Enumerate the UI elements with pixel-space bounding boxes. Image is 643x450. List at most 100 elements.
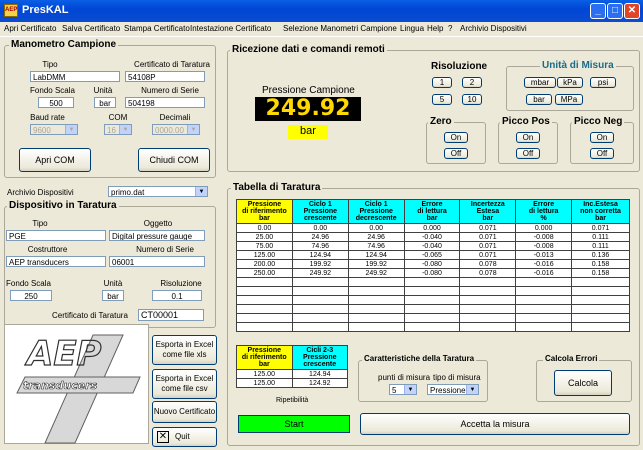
quit-button[interactable]: ✕ Quit <box>152 427 217 447</box>
punti-select[interactable]: 5 ▼ <box>389 384 417 395</box>
export-csv-button[interactable]: Esporta in Excel come file csv <box>152 369 217 399</box>
table-cell[interactable] <box>571 322 630 332</box>
nuovo-certificato-button[interactable]: Nuovo Certificato <box>152 401 217 423</box>
table-cell[interactable]: 249.92 <box>347 268 405 278</box>
menu-about[interactable]: ? <box>448 24 452 33</box>
table-cell[interactable] <box>291 322 349 332</box>
table-cell[interactable]: -0.080 <box>403 259 461 269</box>
table-cell[interactable] <box>291 304 349 314</box>
table-cell[interactable] <box>403 286 461 296</box>
table-cell[interactable]: 74.96 <box>347 241 405 251</box>
ris-1-button[interactable]: 1 <box>432 77 452 88</box>
menu-stampa-certificato[interactable]: Stampa Certificato <box>124 24 190 33</box>
table-cell[interactable]: 0.158 <box>571 268 630 278</box>
table-cell[interactable]: 75.00 <box>236 241 293 251</box>
table-cell[interactable] <box>403 295 461 305</box>
baud-select[interactable]: 9600 ▼ <box>30 124 78 135</box>
table-cell[interactable] <box>515 277 573 287</box>
table-cell[interactable] <box>403 313 461 323</box>
unit-kpa-button[interactable]: kPa <box>557 77 583 88</box>
unita-field[interactable]: bar <box>94 97 116 108</box>
picco-neg-on-button[interactable]: On <box>590 132 614 143</box>
picco-pos-off-button[interactable]: Off <box>516 148 540 159</box>
table-cell[interactable]: 0.111 <box>571 241 630 251</box>
accetta-misura-button[interactable]: Accetta la misura <box>360 413 630 435</box>
d-unita-field[interactable]: bar <box>102 290 124 301</box>
table-cell[interactable] <box>515 322 573 332</box>
table-cell[interactable] <box>459 322 517 332</box>
table-cell[interactable] <box>459 304 517 314</box>
menu-help[interactable]: Help <box>427 24 443 33</box>
ris-10-button[interactable]: 10 <box>462 94 482 105</box>
table-cell[interactable] <box>515 304 573 314</box>
table-cell[interactable]: 125.00 <box>236 250 293 260</box>
table-cell[interactable]: 0.071 <box>459 223 517 233</box>
unit-bar-button[interactable]: bar <box>526 94 552 105</box>
table-cell[interactable]: -0.016 <box>515 268 573 278</box>
chiudi-com-button[interactable]: Chiudi COM <box>138 148 210 172</box>
zero-on-button[interactable]: On <box>444 132 468 143</box>
table-cell[interactable]: 199.92 <box>291 259 349 269</box>
table-cell[interactable]: 0.071 <box>459 232 517 242</box>
d-serie-field[interactable]: 06001 <box>109 256 205 267</box>
d-fondo-field[interactable]: 250 <box>10 290 52 301</box>
picco-pos-on-button[interactable]: On <box>516 132 540 143</box>
menu-intestazione-certificato[interactable]: Intestazione Certificato <box>190 24 271 33</box>
table-cell[interactable]: 124.94 <box>291 250 349 260</box>
table-cell[interactable] <box>347 277 405 287</box>
table-cell[interactable] <box>236 304 293 314</box>
table-cell[interactable] <box>291 286 349 296</box>
table-cell[interactable]: 0.078 <box>459 268 517 278</box>
table-cell[interactable]: 249.92 <box>291 268 349 278</box>
table-cell[interactable]: -0.040 <box>403 232 461 242</box>
ris-2-button[interactable]: 2 <box>462 77 482 88</box>
table-cell[interactable]: 199.92 <box>347 259 405 269</box>
minimize-button[interactable]: _ <box>590 3 606 19</box>
table-cell[interactable]: -0.008 <box>515 232 573 242</box>
table-cell[interactable] <box>236 295 293 305</box>
table-cell[interactable]: 250.00 <box>236 268 293 278</box>
table-cell[interactable]: -0.008 <box>515 241 573 251</box>
d-tipo-field[interactable]: PGE <box>6 230 106 241</box>
menu-apri-certificato[interactable]: Apri Certificato <box>4 24 56 33</box>
table-cell[interactable] <box>236 313 293 323</box>
table-cell[interactable]: 0.000 <box>403 223 461 233</box>
table-cell[interactable] <box>347 304 405 314</box>
rip-cell[interactable]: 124.94 <box>291 369 349 379</box>
table-cell[interactable] <box>515 286 573 296</box>
table-cell[interactable] <box>291 295 349 305</box>
table-cell[interactable]: -0.040 <box>403 241 461 251</box>
table-cell[interactable]: 0.071 <box>571 223 630 233</box>
export-xls-button[interactable]: Esporta in Excel come file xls <box>152 335 217 365</box>
menu-archivio-dispositivi[interactable]: Archivio Dispositivi <box>460 24 527 33</box>
d-oggetto-field[interactable]: Digital pressure gauge <box>109 230 205 241</box>
rip-cell[interactable]: 124.92 <box>291 378 349 388</box>
unit-mbar-button[interactable]: mbar <box>524 77 556 88</box>
table-cell[interactable] <box>347 313 405 323</box>
table-cell[interactable]: 0.071 <box>459 241 517 251</box>
com-select[interactable]: 16 ▼ <box>104 124 132 135</box>
table-cell[interactable] <box>347 286 405 296</box>
table-cell[interactable] <box>459 277 517 287</box>
table-cell[interactable]: 0.111 <box>571 232 630 242</box>
table-cell[interactable]: 0.000 <box>515 223 573 233</box>
table-cell[interactable] <box>291 313 349 323</box>
table-cell[interactable]: 74.96 <box>291 241 349 251</box>
maximize-button[interactable]: □ <box>607 3 623 19</box>
table-cell[interactable] <box>236 277 293 287</box>
table-cell[interactable]: 0.158 <box>571 259 630 269</box>
table-cell[interactable]: 25.00 <box>236 232 293 242</box>
table-cell[interactable] <box>236 286 293 296</box>
start-button[interactable]: Start <box>238 415 350 433</box>
fondo-field[interactable]: 500 <box>38 97 74 108</box>
d-cert-field[interactable]: CT00001 <box>138 309 204 321</box>
table-cell[interactable]: -0.013 <box>515 250 573 260</box>
table-cell[interactable]: -0.065 <box>403 250 461 260</box>
table-cell[interactable]: 24.96 <box>291 232 349 242</box>
dec-select[interactable]: 0000.00 ▼ <box>152 124 200 135</box>
table-cell[interactable]: 200.00 <box>236 259 293 269</box>
table-cell[interactable] <box>403 322 461 332</box>
menu-lingua[interactable]: Lingua <box>400 24 424 33</box>
serie-field[interactable]: 504198 <box>125 97 205 108</box>
table-cell[interactable] <box>403 277 461 287</box>
